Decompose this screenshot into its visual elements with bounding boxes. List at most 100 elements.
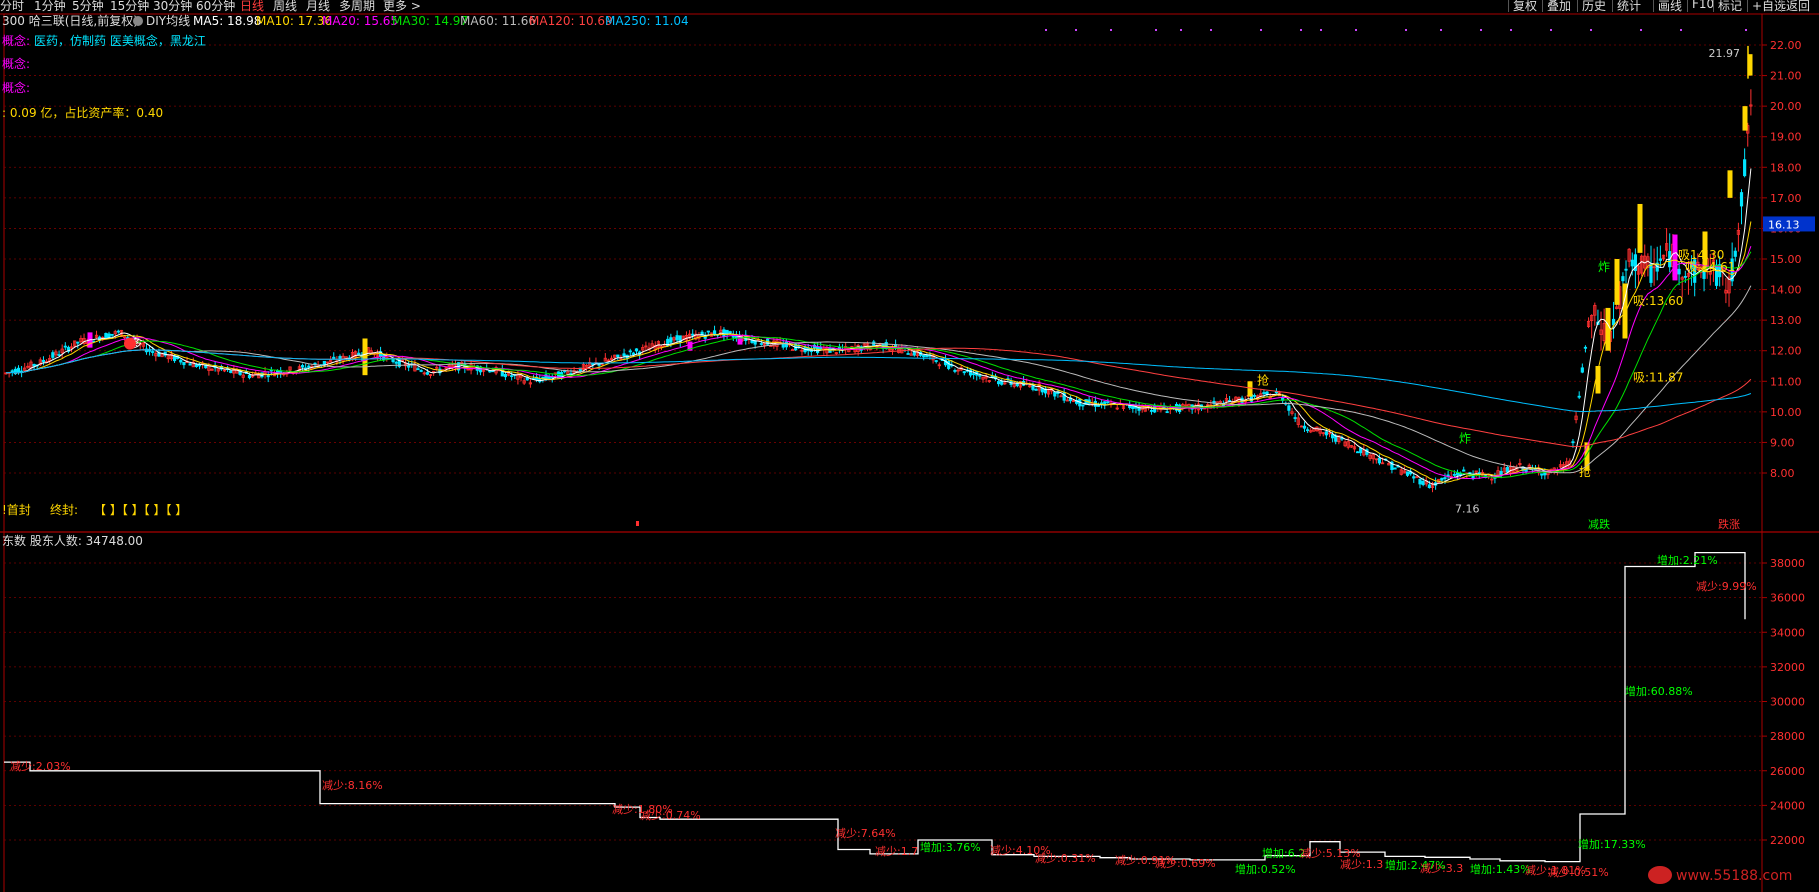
candle-body — [1677, 268, 1681, 275]
candle-body — [1743, 159, 1747, 177]
candle-body — [1165, 411, 1169, 414]
event-dot — [1440, 29, 1442, 31]
candle-body — [419, 370, 423, 372]
event-dot — [1110, 29, 1112, 31]
candle-body — [1355, 451, 1360, 454]
candle-body — [1683, 275, 1687, 278]
event-dot — [1640, 29, 1642, 31]
highlight-candle — [1637, 203, 1643, 253]
price-tick-label: 9.00 — [1770, 436, 1795, 449]
indicator-name: DIY均线 — [146, 14, 190, 28]
candle-body — [425, 372, 429, 375]
candle-body — [616, 354, 620, 358]
ma-label-2: MA20: 15.65 — [322, 14, 398, 28]
candle-body — [728, 331, 732, 334]
candle-body — [1015, 383, 1019, 387]
holder-change-label-14: 减少:1.3 — [1340, 858, 1383, 871]
price-tick-label: 20.00 — [1770, 100, 1802, 113]
event-dot — [1680, 29, 1682, 31]
candle-body — [922, 354, 926, 358]
event-dot — [1590, 29, 1592, 31]
watermark-text: www.55188.com — [1676, 868, 1792, 884]
candle-body — [194, 364, 199, 367]
watermark-logo — [1648, 866, 1672, 884]
candle-body — [591, 363, 595, 365]
first-seal-label: !首封 — [2, 503, 31, 517]
candle-body — [1306, 429, 1310, 432]
candle-body — [307, 365, 311, 368]
candle-body — [1733, 250, 1737, 257]
candle-body — [1583, 346, 1588, 349]
concept-value: 医药，仿制药 医美概念，黑龙江 — [34, 33, 206, 48]
candle-body — [1412, 476, 1416, 479]
candle-body — [953, 370, 957, 372]
holder-change-label-20: 增加:17.33% — [1578, 837, 1646, 851]
event-dot — [1180, 29, 1182, 31]
candles — [4, 54, 1753, 493]
holder-tick-label: 32000 — [1770, 661, 1805, 674]
candle-body — [1658, 258, 1662, 261]
candle-body — [1630, 259, 1634, 267]
candle-body — [41, 359, 46, 363]
holder-tick-label: 34000 — [1770, 626, 1805, 639]
seal-brackets: 【 】【 】【 】【 】 — [94, 503, 187, 517]
price-grid: 22.0021.0020.0019.0018.0017.0016.0015.00… — [4, 39, 1802, 480]
candle-body — [962, 371, 966, 374]
ma-label-4: MA60: 11.66 — [460, 14, 536, 28]
capital-info: : 0.09 亿，占比资产率：0.40 — [2, 105, 163, 120]
candle-body — [182, 361, 186, 366]
event-dot — [1155, 29, 1157, 31]
candle-body — [1265, 391, 1269, 395]
candle-body — [972, 373, 976, 376]
candle-body — [634, 348, 639, 352]
event-dot — [1405, 29, 1407, 31]
price-tick-label: 12.00 — [1770, 345, 1802, 358]
candle-body — [1377, 457, 1382, 464]
candle-body — [1621, 276, 1625, 282]
candle-body — [51, 352, 55, 358]
event-dot — [1075, 29, 1077, 31]
candle-body — [1149, 410, 1154, 412]
candle-body — [1331, 434, 1335, 439]
price-tick-label: 17.00 — [1770, 192, 1802, 205]
event-dot — [1550, 29, 1552, 31]
concept-prefix: 概念: — [2, 33, 30, 48]
holder-tick-label: 30000 — [1770, 696, 1805, 709]
annotation-0: 炸 — [1598, 260, 1610, 274]
candle-body — [1405, 471, 1410, 476]
candle-body — [57, 354, 61, 356]
event-dot — [1260, 29, 1262, 31]
annotation-4: 吸:13.60 — [1633, 294, 1683, 308]
price-tick-label: 14.00 — [1770, 284, 1802, 297]
event-dot — [1320, 29, 1322, 31]
concept-line-3: 概念: — [2, 80, 30, 95]
holder-change-label-21: 增加:60.88% — [1625, 684, 1693, 698]
settings-icon[interactable] — [133, 16, 143, 26]
price-tick-label: 10.00 — [1770, 406, 1802, 419]
holder-change-label-16: 减少:3.3 — [1420, 862, 1463, 875]
price-tick-label: 8.00 — [1770, 467, 1795, 480]
candle-body — [1053, 391, 1057, 397]
kline-chart: 22.0021.0020.0019.0018.0017.0016.0015.00… — [0, 13, 1819, 892]
event-dot — [1045, 29, 1047, 31]
high-price-label: 21.97 — [1709, 47, 1741, 60]
candle-body — [1458, 473, 1463, 476]
candle-body — [1034, 389, 1038, 391]
candle-body — [63, 345, 67, 348]
candle-body — [1440, 477, 1444, 481]
candle-body — [16, 367, 21, 373]
annotation-5: 吸:11.87 — [1633, 370, 1683, 384]
ma10-line — [5, 221, 1752, 483]
candle-body — [759, 343, 763, 345]
ma-label-0: MA5: 18.98 — [193, 14, 261, 28]
candle-body — [510, 375, 514, 378]
annotation-1: 炸 — [1459, 431, 1471, 445]
candle-body — [1100, 402, 1104, 405]
candle-body — [104, 332, 108, 339]
current-price-label: 16.13 — [1768, 218, 1800, 231]
ma-label-1: MA10: 17.36 — [256, 14, 332, 28]
ma-label-5: MA120: 10.69 — [529, 14, 613, 28]
candle-body — [628, 350, 632, 353]
holder-tick-label: 36000 — [1770, 592, 1805, 605]
highlight-candle — [1672, 234, 1678, 281]
